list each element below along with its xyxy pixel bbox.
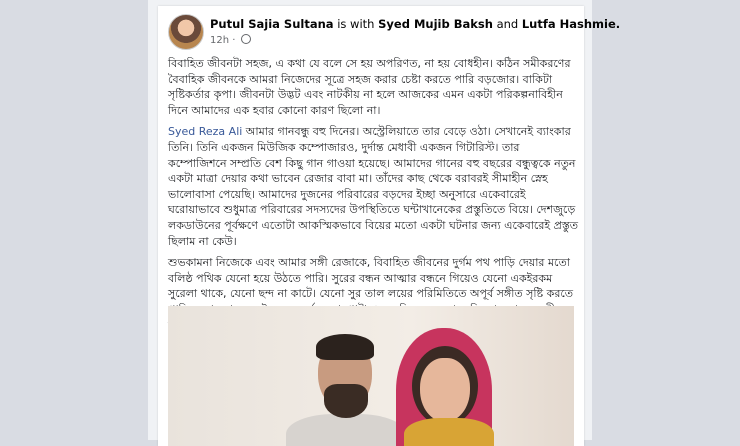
post-meta: 12h · bbox=[210, 34, 251, 46]
mention-link[interactable]: Syed Reza Ali bbox=[168, 125, 242, 138]
groom-figure-body bbox=[286, 414, 406, 446]
dot-separator: · bbox=[232, 35, 236, 46]
facebook-post: Putul Sajia Sultana is with Syed Mujib B… bbox=[158, 6, 620, 446]
with-text: is with bbox=[337, 17, 375, 31]
globe-icon bbox=[240, 34, 251, 44]
bride-figure-face bbox=[420, 358, 470, 422]
post-body: বিবাহিত জীবনটা সহজ, এ কথা যে বলে সে হয় … bbox=[168, 56, 580, 339]
and-text: and bbox=[496, 17, 519, 31]
post-paragraph-2: Syed Reza Ali আমার গানবন্ধু বহু দিনের। অ… bbox=[168, 124, 580, 249]
tagged-user-1[interactable]: Syed Mujib Baksh bbox=[378, 17, 493, 31]
post-paragraph-1: বিবাহিত জীবনটা সহজ, এ কথা যে বলে সে হয় … bbox=[168, 57, 571, 117]
post-photo[interactable] bbox=[168, 306, 574, 446]
post-timestamp[interactable]: 12h bbox=[210, 35, 229, 46]
bride-figure-dress bbox=[404, 418, 494, 446]
author-name[interactable]: Putul Sajia Sultana bbox=[210, 17, 334, 31]
screenshot-frame: Putul Sajia Sultana is with Syed Mujib B… bbox=[148, 0, 620, 446]
tagged-user-2[interactable]: Lutfa Hashmie. bbox=[522, 17, 620, 31]
groom-figure-hair bbox=[316, 334, 374, 360]
post-paragraph-2-text: আমার গানবন্ধু বহু দিনের। অস্ট্রেলিয়াতে … bbox=[168, 125, 578, 248]
author-line: Putul Sajia Sultana is with Syed Mujib B… bbox=[210, 17, 620, 31]
post-header: Putul Sajia Sultana is with Syed Mujib B… bbox=[168, 14, 620, 50]
groom-figure-beard bbox=[324, 384, 368, 418]
author-avatar[interactable] bbox=[168, 14, 204, 50]
